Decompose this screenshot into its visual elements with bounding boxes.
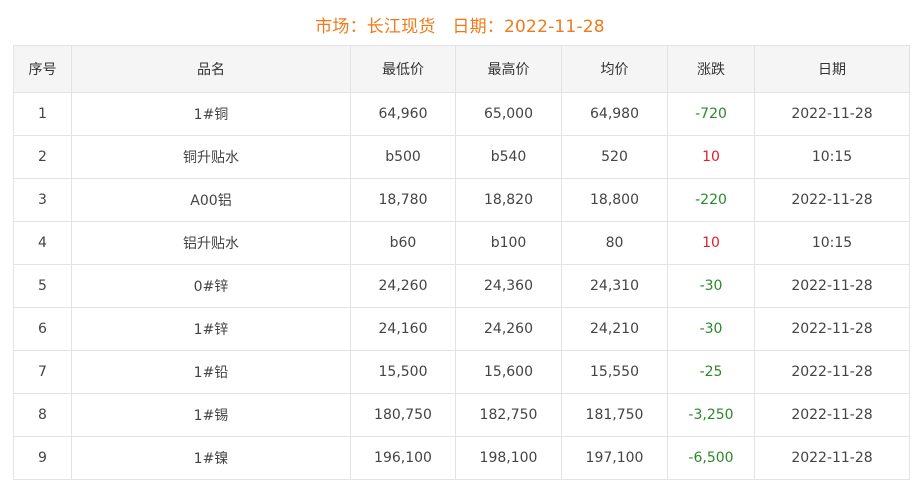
cell-change: -220 [667, 178, 755, 222]
cell-change: -30 [667, 264, 755, 308]
cell-change: 10 [667, 135, 755, 179]
cell-date: 2022-11-28 [754, 178, 910, 222]
table-row: 1 1#铜 64,960 65,000 64,980 -720 2022-11-28 [13, 92, 910, 136]
cell-no: 8 [13, 393, 72, 437]
page-title: 市场：长江现货 日期：2022-11-28 [0, 12, 920, 37]
cell-change: -6,500 [667, 436, 755, 480]
cell-high-price: 18,820 [455, 178, 562, 222]
table-row: 6 1#锌 24,160 24,260 24,210 -30 2022-11-28 [13, 307, 910, 351]
cell-no: 6 [13, 307, 72, 351]
table-row: 2 铜升贴水 b500 b540 520 10 10:15 [13, 135, 910, 179]
column-header-avg: 均价 [561, 45, 668, 93]
cell-high-price: 24,360 [455, 264, 562, 308]
cell-high-price: 15,600 [455, 350, 562, 394]
cell-low-price: 18,780 [350, 178, 456, 222]
table-row: 9 1#镍 196,100 198,100 197,100 -6,500 2022-11-2… [13, 436, 910, 480]
table-row: 4 铝升贴水 b60 b100 80 10 10:15 [13, 221, 910, 265]
cell-high-price: b100 [455, 221, 562, 265]
cell-no: 7 [13, 350, 72, 394]
cell-date: 2022-11-28 [754, 264, 910, 308]
cell-low-price: 24,260 [350, 264, 456, 308]
cell-low-price: 64,960 [350, 92, 456, 136]
cell-low-price: 15,500 [350, 350, 456, 394]
page: 市场：长江现货 日期：2022-11-28 序号 品名 最低价 最高价 均价 涨… [0, 0, 920, 487]
table-row: 8 1#锡 180,750 182,750 181,750 -3,250 2022-11-2… [13, 393, 910, 437]
cell-high-price: 198,100 [455, 436, 562, 480]
cell-no: 4 [13, 221, 72, 265]
cell-change: -30 [667, 307, 755, 351]
column-header-no: 序号 [13, 45, 72, 93]
cell-low-price: 24,160 [350, 307, 456, 351]
cell-name: 铜升贴水 [71, 135, 351, 179]
cell-date: 2022-11-28 [754, 307, 910, 351]
cell-change: -720 [667, 92, 755, 136]
cell-date: 2022-11-28 [754, 436, 910, 480]
cell-name: A00铝 [71, 178, 351, 222]
cell-avg-price: 181,750 [561, 393, 668, 437]
cell-no: 2 [13, 135, 72, 179]
cell-avg-price: 15,550 [561, 350, 668, 394]
cell-avg-price: 80 [561, 221, 668, 265]
cell-avg-price: 24,210 [561, 307, 668, 351]
cell-change: 10 [667, 221, 755, 265]
cell-no: 1 [13, 92, 72, 136]
cell-name: 1#铜 [71, 92, 351, 136]
cell-low-price: 180,750 [350, 393, 456, 437]
table-row: 7 1#铅 15,500 15,600 15,550 -25 2022-11-28 [13, 350, 910, 394]
cell-change: -3,250 [667, 393, 755, 437]
cell-date: 2022-11-28 [754, 393, 910, 437]
cell-date: 10:15 [754, 221, 910, 265]
cell-low-price: b60 [350, 221, 456, 265]
cell-low-price: b500 [350, 135, 456, 179]
cell-name: 0#锌 [71, 264, 351, 308]
date-label: 日期： [452, 17, 505, 37]
cell-date: 10:15 [754, 135, 910, 179]
table-header-row: 序号 品名 最低价 最高价 均价 涨跌 日期 [13, 45, 910, 93]
market-value: 长江现货 [366, 17, 436, 37]
cell-avg-price: 197,100 [561, 436, 668, 480]
cell-date: 2022-11-28 [754, 350, 910, 394]
cell-avg-price: 64,980 [561, 92, 668, 136]
price-table: 序号 品名 最低价 最高价 均价 涨跌 日期 1 1#铜 64,960 65,000 6… [13, 45, 910, 480]
cell-no: 9 [13, 436, 72, 480]
column-header-low: 最低价 [350, 45, 456, 93]
table-row: 3 A00铝 18,780 18,820 18,800 -220 2022-11-28 [13, 178, 910, 222]
cell-no: 5 [13, 264, 72, 308]
column-header-change: 涨跌 [667, 45, 755, 93]
cell-avg-price: 520 [561, 135, 668, 179]
cell-name: 1#锡 [71, 393, 351, 437]
table-row: 5 0#锌 24,260 24,360 24,310 -30 2022-11-28 [13, 264, 910, 308]
cell-high-price: 182,750 [455, 393, 562, 437]
cell-name: 1#铅 [71, 350, 351, 394]
date-value: 2022-11-28 [504, 17, 605, 37]
cell-high-price: 24,260 [455, 307, 562, 351]
market-label: 市场： [315, 17, 367, 37]
cell-no: 3 [13, 178, 72, 222]
table-body: 1 1#铜 64,960 65,000 64,980 -720 2022-11-28 2 铜升贴… [13, 92, 910, 480]
cell-name: 1#镍 [71, 436, 351, 480]
cell-name: 1#锌 [71, 307, 351, 351]
cell-high-price: b540 [455, 135, 562, 179]
cell-avg-price: 24,310 [561, 264, 668, 308]
cell-low-price: 196,100 [350, 436, 456, 480]
cell-avg-price: 18,800 [561, 178, 668, 222]
cell-high-price: 65,000 [455, 92, 562, 136]
cell-date: 2022-11-28 [754, 92, 910, 136]
cell-name: 铝升贴水 [71, 221, 351, 265]
column-header-name: 品名 [71, 45, 351, 93]
cell-change: -25 [667, 350, 755, 394]
column-header-high: 最高价 [455, 45, 562, 93]
column-header-date: 日期 [754, 45, 910, 93]
